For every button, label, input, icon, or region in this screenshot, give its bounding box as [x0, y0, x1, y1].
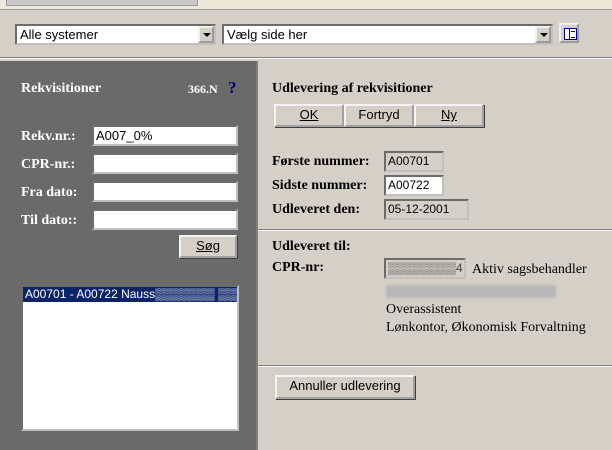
search-button-label: Søg — [196, 238, 220, 253]
search-button[interactable]: Søg — [179, 235, 237, 258]
ok-button-label: OK — [299, 107, 319, 122]
requisition-search-panel: Rekvisitioner 366.N ? Rekv.nr.: A007_0% … — [0, 61, 256, 450]
first-number-field: A00701 — [384, 151, 444, 172]
new-button[interactable]: Ny — [414, 104, 484, 127]
status-text: Aktiv sagsbehandler — [472, 262, 587, 277]
rekv-nr-input[interactable]: A007_0% — [92, 125, 238, 146]
from-date-label: Fra dato: — [21, 185, 78, 200]
cancel-button[interactable]: Fortryd — [344, 104, 414, 127]
ok-button[interactable]: OK — [274, 104, 344, 127]
address-text-cropped — [6, 0, 198, 6]
page-select[interactable]: Vælg side her — [222, 24, 553, 45]
system-select[interactable]: Alle systemer — [15, 24, 216, 45]
cpr-field: ▒▒▒▒▒▒▒▒4 — [384, 258, 466, 279]
last-number-label: Sidste nummer: — [272, 178, 368, 193]
rekv-nr-value: A007_0% — [96, 128, 153, 143]
cancel-button-label: Fortryd — [358, 107, 400, 122]
from-date-input[interactable] — [92, 181, 238, 202]
section-divider — [258, 229, 612, 231]
cpr-label: CPR-nr: — [272, 260, 325, 275]
department-text: Lønkontor, Økonomisk Forvaltning — [386, 320, 586, 335]
annul-issue-button-label: Annuller udlevering — [289, 378, 401, 393]
first-number-label: Første nummer: — [272, 154, 370, 169]
cpr-nr-input[interactable] — [92, 153, 238, 174]
last-number-input[interactable]: A00722 — [384, 175, 444, 196]
section-divider — [258, 365, 612, 367]
page-code: 366.N — [188, 82, 218, 96]
to-date-label: Til dato:: — [21, 213, 78, 228]
cpr-nr-label: CPR-nr.: — [21, 157, 76, 172]
list-item[interactable]: A00701 - A00722 Nauss▒▒▒▒▒▒▒ ▒▒▒ Hans — [23, 287, 237, 302]
browser-address-strip — [0, 0, 612, 10]
chevron-down-icon[interactable] — [535, 26, 551, 43]
document-list-icon — [564, 28, 577, 40]
page-select-value: Vælg side her — [227, 27, 308, 42]
panel-heading: Udlevering af rekvisitioner — [272, 81, 433, 96]
rekv-nr-label: Rekv.nr.: — [21, 129, 76, 144]
new-button-label: Ny — [441, 107, 457, 122]
panel-title: Rekvisitioner — [21, 81, 102, 96]
to-date-input[interactable] — [92, 209, 238, 230]
issued-to-heading: Udleveret til: — [272, 239, 351, 254]
annul-issue-button[interactable]: Annuller udlevering — [275, 375, 415, 399]
issue-requisition-panel: Udlevering af rekvisitioner OK Fortryd N… — [256, 61, 612, 450]
help-icon[interactable]: ? — [228, 78, 237, 98]
page-list-button[interactable] — [559, 23, 579, 43]
system-select-value: Alle systemer — [20, 27, 99, 42]
chevron-down-icon[interactable] — [198, 26, 214, 43]
requisition-result-list[interactable]: A00701 - A00722 Nauss▒▒▒▒▒▒▒ ▒▒▒ Hans — [21, 285, 239, 431]
redacted-name — [386, 285, 556, 298]
job-title-text: Overassistent — [386, 302, 462, 317]
toolbar-divider — [0, 57, 612, 59]
issued-date-field: 05-12-2001 — [384, 199, 469, 220]
issued-date-label: Udleveret den: — [272, 202, 360, 217]
